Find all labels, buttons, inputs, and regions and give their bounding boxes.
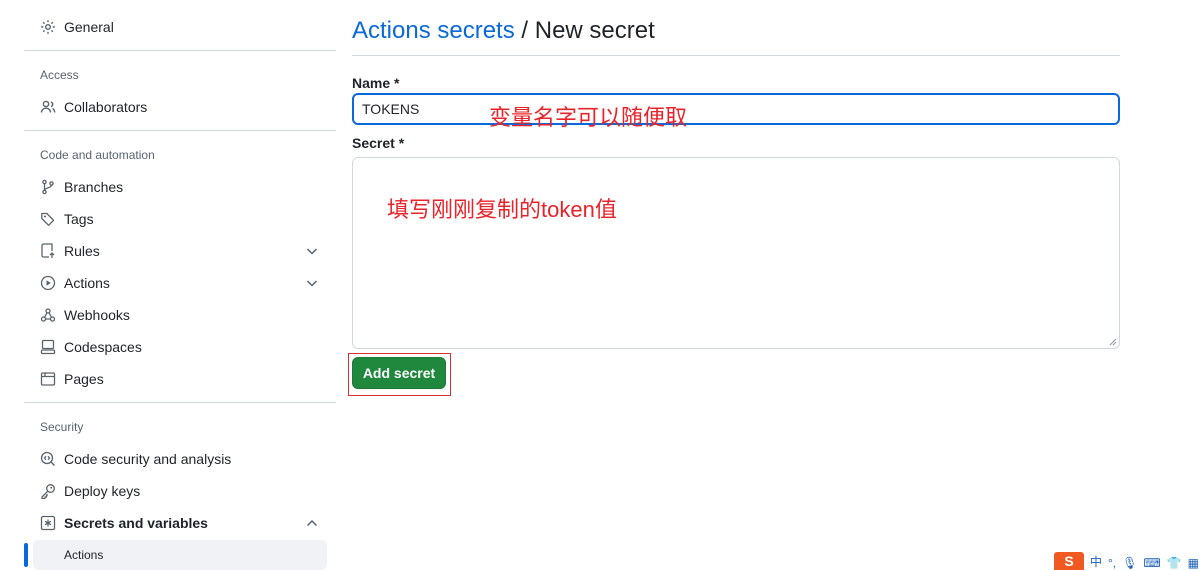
codescan-icon — [40, 451, 56, 467]
active-indicator — [24, 543, 28, 567]
sidebar-item-label: Code security and analysis — [64, 451, 232, 467]
name-input-value: TOKENS — [362, 101, 420, 117]
sidebar-item-actions[interactable]: Actions — [24, 267, 336, 299]
chevron-down-icon[interactable] — [304, 275, 320, 291]
chevron-up-icon[interactable] — [304, 515, 320, 531]
ime-logo[interactable]: S — [1053, 552, 1084, 570]
secret-label: Secret * — [352, 135, 405, 151]
asterisk-icon — [40, 515, 56, 531]
settings-sidebar: General Access Collaborators Code and au… — [24, 0, 336, 570]
browser-icon — [40, 371, 56, 387]
skin-icon[interactable]: 👕 — [1167, 556, 1182, 570]
sidebar-subitem-actions[interactable]: Actions — [33, 540, 327, 570]
annotation-secret-note: 填写刚刚复制的token值 — [387, 197, 617, 222]
title-divider — [352, 55, 1120, 56]
key-icon — [40, 483, 56, 499]
sidebar-item-codespaces[interactable]: Codespaces — [24, 331, 336, 363]
ime-tray: S 中 °, 🎙 ⌨ 👕 ▦ — [1053, 550, 1203, 570]
branch-icon — [40, 179, 56, 195]
sidebar-item-label: Pages — [64, 371, 104, 387]
breadcrumb-link[interactable]: Actions secrets — [352, 17, 515, 44]
sidebar-item-pages[interactable]: Pages — [24, 363, 336, 395]
sidebar-item-label: Codespaces — [64, 339, 142, 355]
codespaces-icon — [40, 339, 56, 355]
tag-icon — [40, 211, 56, 227]
breadcrumb-current: New secret — [534, 17, 655, 44]
people-icon — [40, 99, 56, 115]
sidebar-item-label: Tags — [64, 211, 94, 227]
divider — [24, 402, 336, 403]
secret-textarea[interactable] — [352, 157, 1120, 349]
sidebar-item-rules[interactable]: Rules — [24, 235, 336, 267]
resize-handle-icon[interactable] — [1107, 336, 1117, 346]
group-label-code-automation: Code and automation — [40, 148, 155, 162]
page-title: Actions secrets / New secret — [352, 16, 655, 46]
breadcrumb-separator: / — [521, 17, 529, 44]
divider — [24, 130, 336, 131]
repo-push-icon — [40, 243, 56, 259]
sidebar-item-deploy-keys[interactable]: Deploy keys — [24, 475, 336, 507]
sidebar-item-tags[interactable]: Tags — [24, 203, 336, 235]
sidebar-item-label: Secrets and variables — [64, 515, 208, 531]
divider — [24, 50, 336, 51]
sidebar-item-label: Branches — [64, 179, 124, 195]
name-label: Name * — [352, 75, 400, 91]
sidebar-item-label: General — [64, 19, 114, 35]
punctuation-icon[interactable]: °, — [1108, 556, 1116, 570]
sidebar-item-label: Actions — [64, 275, 110, 291]
sidebar-item-label: Collaborators — [64, 99, 148, 115]
sidebar-item-code-security[interactable]: Code security and analysis — [24, 443, 336, 475]
name-input[interactable]: TOKENS — [352, 93, 1120, 125]
add-secret-button[interactable]: Add secret — [352, 357, 446, 389]
sidebar-item-general[interactable]: General — [24, 11, 336, 43]
toolbox-icon[interactable]: ▦ — [1188, 556, 1199, 570]
webhook-icon — [40, 307, 56, 323]
sidebar-item-label: Deploy keys — [64, 483, 141, 499]
gear-icon — [40, 19, 56, 35]
group-label-security: Security — [40, 420, 84, 434]
sidebar-item-label: Rules — [64, 243, 100, 259]
group-label-access: Access — [40, 68, 79, 82]
microphone-icon[interactable]: 🎙 — [1122, 556, 1137, 570]
play-icon — [40, 275, 56, 291]
sidebar-item-webhooks[interactable]: Webhooks — [24, 299, 336, 331]
keyboard-icon[interactable]: ⌨ — [1143, 556, 1160, 570]
annotation-name-note: 变量名字可以随便取 — [489, 105, 688, 130]
chevron-down-icon[interactable] — [304, 243, 320, 259]
sidebar-item-label: Webhooks — [64, 307, 130, 323]
sidebar-item-branches[interactable]: Branches — [24, 171, 336, 203]
sidebar-item-collaborators[interactable]: Collaborators — [24, 91, 336, 123]
ime-lang[interactable]: 中 — [1090, 553, 1102, 570]
sidebar-item-secrets-variables[interactable]: Secrets and variables — [24, 507, 336, 539]
